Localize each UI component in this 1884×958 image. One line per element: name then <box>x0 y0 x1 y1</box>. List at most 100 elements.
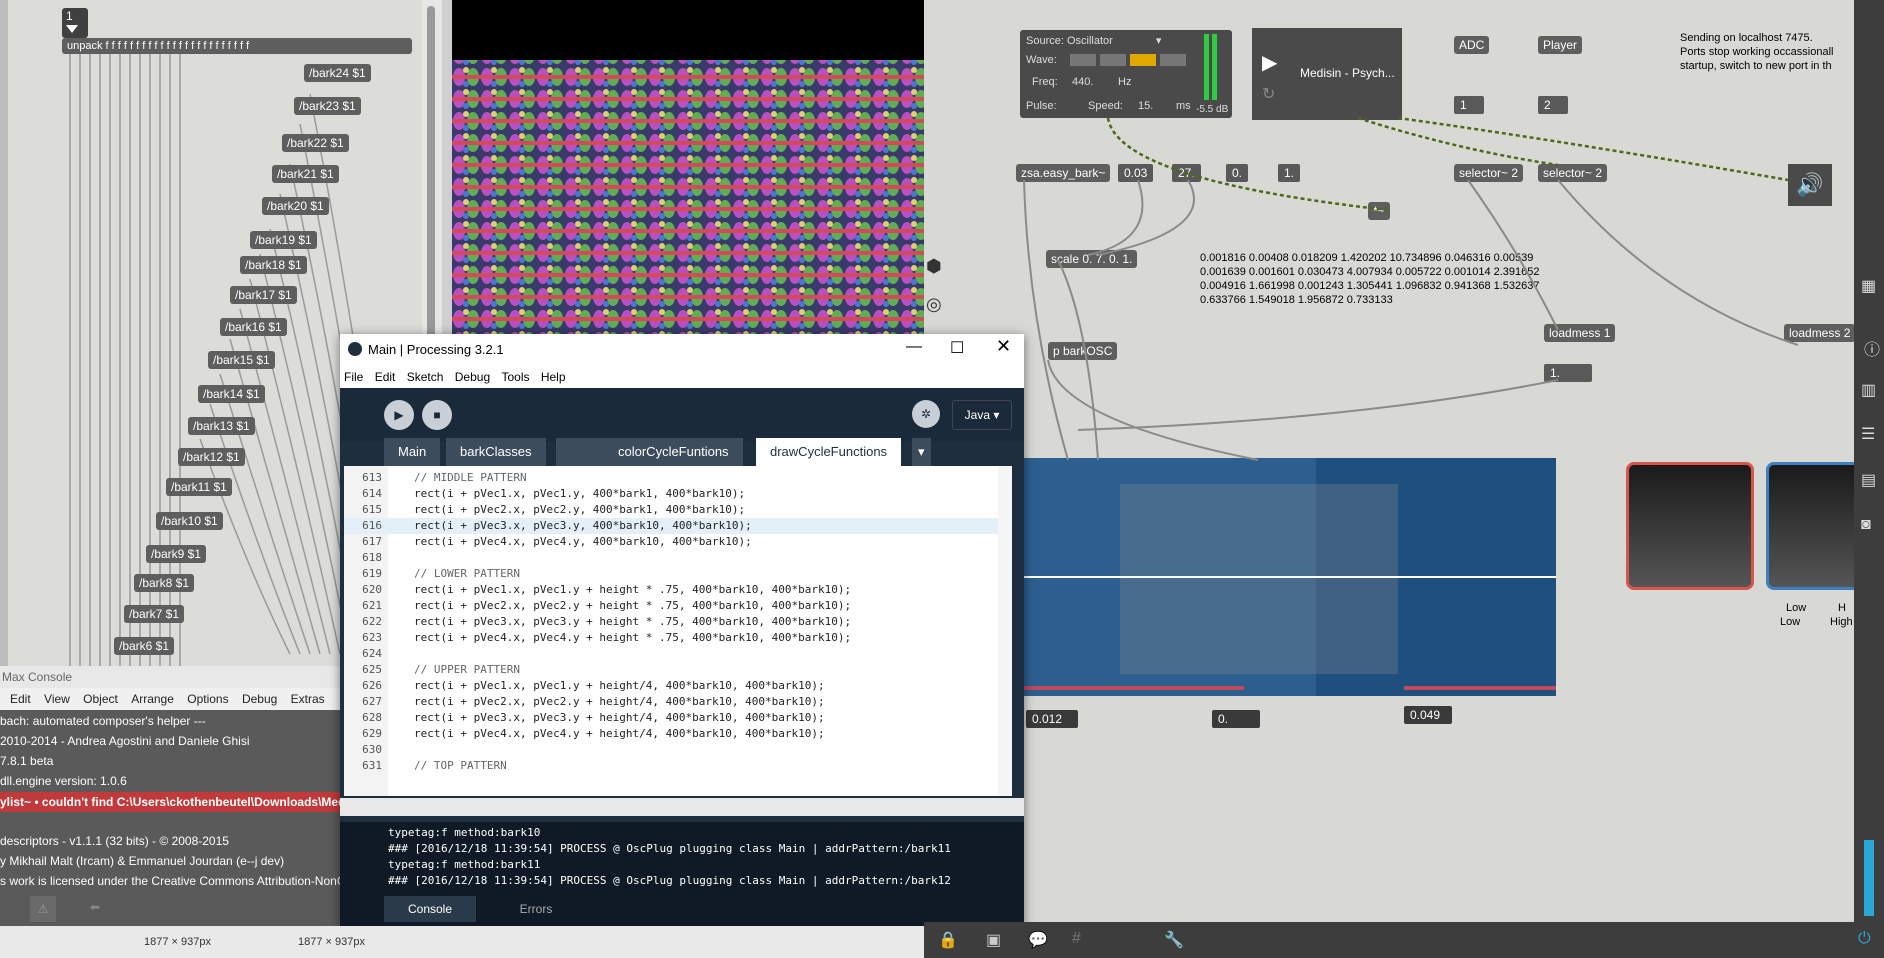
line-number: 620 <box>362 583 382 596</box>
back-arrow-icon[interactable]: ⬅ <box>90 900 100 914</box>
list-icon[interactable]: ☰ <box>1861 424 1875 444</box>
menu-tools[interactable]: Tools <box>497 366 533 388</box>
line-text: // MIDDLE PATTERN <box>414 471 527 484</box>
run-button[interactable]: ▶ <box>384 400 414 430</box>
code-line: 621 rect(i + pVec2.x, pVec2.y + height * … <box>344 598 998 614</box>
trigger-message[interactable]: 1 <box>62 8 88 38</box>
bark7-message[interactable]: /bark7 $1 <box>124 605 185 623</box>
bark8-message[interactable]: /bark8 $1 <box>134 574 195 592</box>
debug-icon[interactable]: ✲ <box>912 400 940 428</box>
line-number: 614 <box>362 487 382 500</box>
mode-selector[interactable]: Java ▾ <box>952 400 1012 430</box>
panel-icon[interactable]: ▥ <box>1861 380 1876 400</box>
maximize-icon[interactable]: ☐ <box>950 338 964 358</box>
bark13-message[interactable]: /bark13 $1 <box>188 417 255 435</box>
menu-extras[interactable]: Extras <box>291 692 325 706</box>
info-icon[interactable]: ⓘ <box>1864 336 1880 360</box>
tab-overflow-icon[interactable]: ▾ <box>912 438 931 466</box>
menu-arrange[interactable]: Arrange <box>131 692 174 706</box>
line-text: rect(i + pVec3.x, pVec3.y + height/4, 40… <box>414 711 825 724</box>
bark18-message[interactable]: /bark18 $1 <box>240 256 307 274</box>
menu-edit[interactable]: Edit <box>371 366 400 388</box>
code-line: 620 rect(i + pVec1.x, pVec1.y + height * … <box>344 582 998 598</box>
console-tab[interactable]: Console <box>384 896 476 922</box>
bark11-message[interactable]: /bark11 $1 <box>166 478 232 496</box>
processing-logo-icon <box>348 342 362 356</box>
line-text: rect(i + pVec2.x, pVec2.y, 400*bark1, 40… <box>414 503 746 516</box>
wrench-icon[interactable]: 🔧 <box>1164 930 1184 950</box>
grid-toggle-icon[interactable]: # <box>1072 930 1081 948</box>
comment-icon[interactable]: 💬 <box>1028 930 1048 950</box>
bark19-message[interactable]: /bark19 $1 <box>250 231 317 249</box>
code-editor[interactable]: 613 // MIDDLE PATTERN 614 rect(i + pVec1.x,… <box>344 466 1012 796</box>
menu-object[interactable]: Object <box>83 692 118 706</box>
grid-icon[interactable]: ▦ <box>1861 276 1876 296</box>
bark12-message[interactable]: /bark12 $1 <box>178 448 245 466</box>
line-text: rect(i + pVec4.x, pVec4.y + height/4, 40… <box>414 727 825 740</box>
tab-unnamed[interactable] <box>556 438 604 466</box>
line-number: 626 <box>362 679 382 692</box>
bark15-message[interactable]: /bark15 $1 <box>208 351 275 369</box>
menu-options[interactable]: Options <box>187 692 228 706</box>
console-tab-label: Console <box>407 902 453 916</box>
code-line: 614 rect(i + pVec1.x, pVec1.y, 400*bark1,… <box>344 486 998 502</box>
code-line: 630 <box>344 742 998 758</box>
presentation-icon[interactable]: ▣ <box>986 930 1001 950</box>
cube-icon[interactable]: ⬢ <box>926 256 942 277</box>
volume-meter[interactable] <box>1864 840 1874 916</box>
line-number: 630 <box>362 743 382 756</box>
code-line: 625 // UPPER PATTERN <box>344 662 998 678</box>
code-line: 629 rect(i + pVec4.x, pVec4.y + height/4,… <box>344 726 998 742</box>
lock-icon[interactable]: 🔒 <box>938 930 958 950</box>
line-number: 619 <box>362 567 382 580</box>
menu-sketch[interactable]: Sketch <box>403 366 448 388</box>
code-line: 615 rect(i + pVec2.x, pVec2.y, 400*bark1,… <box>344 502 998 518</box>
bark23-message[interactable]: /bark23 $1 <box>294 97 361 115</box>
horizontal-scrollbar[interactable] <box>340 798 1024 816</box>
bark10-message[interactable]: /bark10 $1 <box>156 512 223 530</box>
menu-view[interactable]: View <box>44 692 70 706</box>
editor-scrollbar[interactable] <box>998 466 1012 796</box>
unpack-object[interactable]: unpack f f f f f f f f f f f f f f f f f… <box>62 38 412 54</box>
menu-help[interactable]: Help <box>537 366 570 388</box>
bark16-message[interactable]: /bark16 $1 <box>220 318 287 336</box>
stop-button[interactable]: ■ <box>422 400 452 430</box>
bark20-message[interactable]: /bark20 $1 <box>262 197 329 215</box>
tab-main[interactable]: Main <box>384 438 441 466</box>
console-line-7: y Mikhail Malt (Ircam) & Emmanuel Jourda… <box>0 854 285 868</box>
console-line-3: 7.8.1 beta <box>0 754 54 768</box>
menu-debug[interactable]: Debug <box>451 366 494 388</box>
bark9-message[interactable]: /bark9 $1 <box>146 545 207 563</box>
minimize-icon[interactable]: — <box>906 338 922 356</box>
code-line: 628 rect(i + pVec3.x, pVec3.y + height/4,… <box>344 710 998 726</box>
bark6-message[interactable]: /bark6 $1 <box>114 637 175 655</box>
bark21-message[interactable]: /bark21 $1 <box>272 165 339 183</box>
menu-file[interactable]: File <box>340 366 367 388</box>
errors-tab[interactable]: Errors <box>490 896 582 922</box>
tab-colorcyclefuntions[interactable]: colorCycleFuntions <box>604 438 743 466</box>
line-number: 623 <box>362 631 382 644</box>
book-icon[interactable]: ▤ <box>1861 470 1876 490</box>
mode-label: Java <box>964 408 990 422</box>
power-icon[interactable]: ⏻ <box>1858 930 1871 948</box>
bark14-message[interactable]: /bark14 $1 <box>198 385 265 403</box>
max-console-menu: Edit View Object Arrange Options Debug E… <box>0 688 340 710</box>
menu-debug[interactable]: Debug <box>242 692 277 706</box>
bark24-message[interactable]: /bark24 $1 <box>304 64 371 82</box>
line-text: rect(i + pVec3.x, pVec3.y, 400*bark10, 4… <box>414 519 752 532</box>
menu-edit[interactable]: Edit <box>10 692 31 706</box>
target-icon[interactable]: ◎ <box>926 294 942 315</box>
console-line-4: dll.engine version: 1.0.6 <box>0 774 127 788</box>
bark17-message[interactable]: /bark17 $1 <box>230 286 297 304</box>
line-number: 622 <box>362 615 382 628</box>
visualizer-window <box>452 0 958 336</box>
tab-barkclasses[interactable]: barkClasses <box>446 438 546 466</box>
line-number: 625 <box>362 663 382 676</box>
close-icon[interactable]: ✕ <box>996 336 1011 357</box>
tab-drawcyclefunctions[interactable]: drawCycleFunctions <box>756 438 902 466</box>
bark22-message[interactable]: /bark22 $1 <box>282 134 349 152</box>
pattern-canvas <box>452 60 924 336</box>
warning-filter-icon[interactable]: ⚠ <box>30 896 56 922</box>
line-number: 624 <box>362 647 382 660</box>
camera-icon[interactable]: ◙ <box>1861 516 1871 534</box>
